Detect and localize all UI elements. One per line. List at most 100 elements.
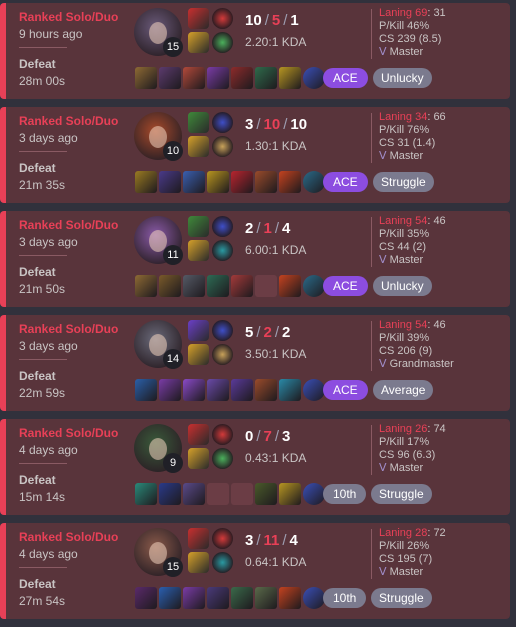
trinket-item-icon[interactable] (303, 67, 325, 89)
item-icon[interactable] (231, 275, 253, 297)
item-icon[interactable] (183, 483, 205, 505)
item-icon[interactable] (231, 67, 253, 89)
summoner-spell-1-icon[interactable] (188, 528, 209, 549)
deaths: 1 (263, 220, 272, 237)
item-icon[interactable] (255, 587, 277, 609)
keystone-rune-icon[interactable] (212, 112, 233, 133)
secondary-rune-icon[interactable] (212, 32, 233, 53)
keystone-rune-icon[interactable] (212, 320, 233, 341)
match-card[interactable]: Ranked Solo/Duo 3 days ago Defeat 21m 50… (0, 211, 510, 307)
item-icon[interactable] (279, 587, 301, 609)
match-result: Defeat (19, 265, 56, 279)
item-icon[interactable] (207, 67, 229, 89)
item-icon[interactable] (279, 67, 301, 89)
kill-participation: P/Kill 39% (379, 332, 430, 344)
item-icon[interactable] (135, 587, 157, 609)
trinket-item-icon[interactable] (303, 379, 325, 401)
item-icon[interactable] (255, 483, 277, 505)
item-icon[interactable] (159, 379, 181, 401)
match-result: Defeat (19, 369, 56, 383)
item-icon[interactable] (135, 67, 157, 89)
match-card[interactable]: Ranked Solo/Duo 9 hours ago Defeat 28m 0… (0, 3, 510, 99)
item-icon[interactable] (135, 379, 157, 401)
secondary-rune-icon[interactable] (212, 552, 233, 573)
trinket-item-icon[interactable] (303, 587, 325, 609)
item-icon[interactable] (183, 171, 205, 193)
deaths: 2 (263, 324, 272, 341)
trinket-item-icon[interactable] (303, 483, 325, 505)
divider (19, 255, 67, 256)
slash: / (256, 116, 261, 133)
divider (19, 151, 67, 152)
laning-opponent: : 46 (427, 215, 446, 227)
item-icon[interactable] (183, 587, 205, 609)
summoner-spell-1-icon[interactable] (188, 112, 209, 133)
kda-score: 2/1/4 (245, 220, 290, 237)
match-result: Defeat (19, 57, 56, 71)
keystone-rune-icon[interactable] (212, 424, 233, 445)
item-icon[interactable] (279, 379, 301, 401)
item-icon[interactable] (207, 275, 229, 297)
rank-wing-icon: ᐯ (379, 462, 390, 474)
slash: / (283, 12, 288, 29)
item-icon[interactable] (159, 67, 181, 89)
match-stats: Laning 28: 72 P/Kill 26% CS 195 (7) ᐯ Ma… (379, 527, 446, 579)
item-icon[interactable] (231, 587, 253, 609)
summoner-spell-2-icon[interactable] (188, 552, 209, 573)
item-icon[interactable] (231, 379, 253, 401)
item-icon[interactable] (135, 171, 157, 193)
match-card[interactable]: Ranked Solo/Duo 3 days ago Defeat 22m 59… (0, 315, 510, 411)
secondary-rune-icon[interactable] (212, 136, 233, 157)
summoner-spell-1-icon[interactable] (188, 320, 209, 341)
slash: / (256, 324, 261, 341)
item-icon[interactable] (255, 379, 277, 401)
assists: 4 (289, 532, 298, 549)
item-icon[interactable] (207, 587, 229, 609)
slash: / (283, 116, 288, 133)
match-card[interactable]: Ranked Solo/Duo 3 days ago Defeat 21m 35… (0, 107, 510, 203)
item-icon[interactable] (231, 171, 253, 193)
summoner-spell-2-icon[interactable] (188, 136, 209, 157)
item-icon[interactable] (135, 483, 157, 505)
kda-ratio: 2.20:1 KDA (245, 35, 307, 49)
item-icon[interactable] (183, 275, 205, 297)
summoner-spell-2-icon[interactable] (188, 240, 209, 261)
item-icon[interactable] (159, 483, 181, 505)
trinket-item-icon[interactable] (303, 275, 325, 297)
item-icon[interactable] (255, 171, 277, 193)
summoner-spell-1-icon[interactable] (188, 8, 209, 29)
divider (371, 9, 372, 59)
secondary-rune-icon[interactable] (212, 344, 233, 365)
summoner-spell-2-icon[interactable] (188, 32, 209, 53)
match-card[interactable]: Ranked Solo/Duo 4 days ago Defeat 27m 54… (0, 523, 510, 619)
item-icon[interactable] (183, 379, 205, 401)
summoner-spell-2-icon[interactable] (188, 344, 209, 365)
queue-type: Ranked Solo/Duo (19, 114, 119, 128)
item-icon[interactable] (159, 587, 181, 609)
rank-wing-icon: ᐯ (379, 566, 390, 578)
time-ago: 9 hours ago (19, 27, 83, 41)
keystone-rune-icon[interactable] (212, 216, 233, 237)
item-icon[interactable] (279, 171, 301, 193)
summoner-spell-1-icon[interactable] (188, 424, 209, 445)
secondary-rune-icon[interactable] (212, 448, 233, 469)
keystone-rune-icon[interactable] (212, 528, 233, 549)
slash: / (256, 532, 261, 549)
item-icon[interactable] (207, 171, 229, 193)
item-icon[interactable] (159, 171, 181, 193)
summoner-spell-1-icon[interactable] (188, 216, 209, 237)
trinket-item-icon[interactable] (303, 171, 325, 193)
secondary-rune-icon[interactable] (212, 240, 233, 261)
placement-badge: 10th (323, 588, 367, 608)
keystone-rune-icon[interactable] (212, 8, 233, 29)
summoner-spell-2-icon[interactable] (188, 448, 209, 469)
item-icon[interactable] (279, 275, 301, 297)
item-icon[interactable] (135, 275, 157, 297)
item-icon[interactable] (159, 275, 181, 297)
performance-tag: Struggle (371, 588, 432, 608)
item-icon[interactable] (207, 379, 229, 401)
match-card[interactable]: Ranked Solo/Duo 4 days ago Defeat 15m 14… (0, 419, 510, 515)
item-icon[interactable] (279, 483, 301, 505)
item-icon[interactable] (183, 67, 205, 89)
item-icon[interactable] (255, 67, 277, 89)
